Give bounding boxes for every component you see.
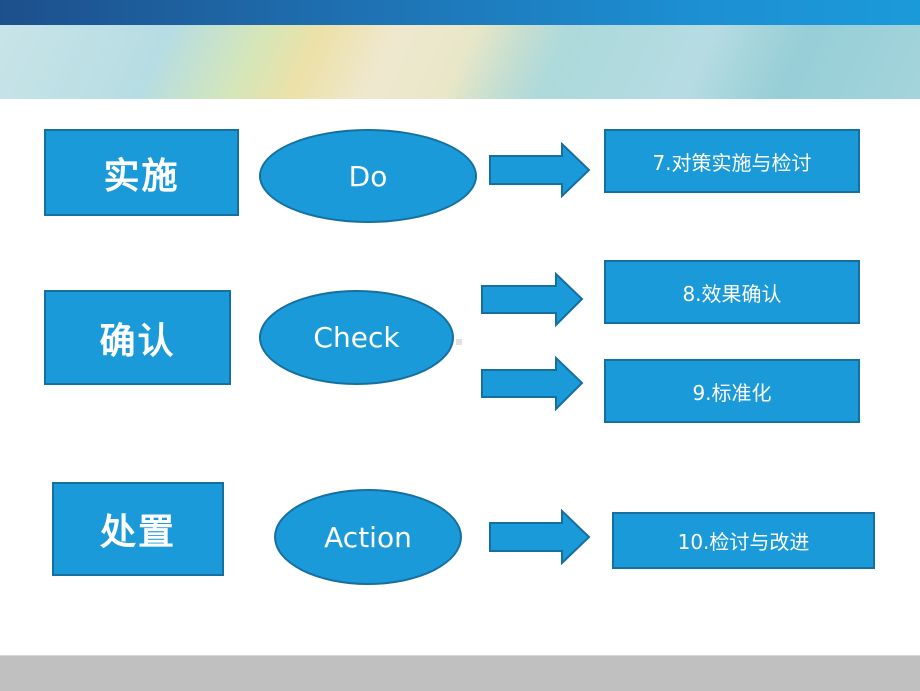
phase-label-en: Action bbox=[324, 520, 412, 554]
phase-box-check: 确认 bbox=[44, 290, 231, 385]
phase-box-do: 实施 bbox=[44, 129, 239, 216]
phase-label-en: Check bbox=[313, 321, 400, 354]
top-title-bar bbox=[0, 0, 920, 25]
right-arrow-icon bbox=[481, 356, 584, 412]
phase-label-cn: 处置 bbox=[99, 512, 176, 553]
step-label: 8.效果确认 bbox=[682, 281, 782, 306]
step-box: 10.检讨与改进 bbox=[612, 512, 875, 569]
header-banner bbox=[0, 25, 920, 99]
step-label: 7.对策实施与检讨 bbox=[652, 150, 812, 175]
step-box: 9.标准化 bbox=[604, 359, 860, 423]
right-arrow-icon bbox=[481, 272, 584, 328]
right-arrow-icon bbox=[489, 142, 591, 198]
step-box: 8.效果确认 bbox=[604, 260, 860, 324]
footer-bar bbox=[0, 655, 920, 691]
phase-label-cn: 实施 bbox=[103, 155, 180, 197]
step-label: 10.检讨与改进 bbox=[677, 530, 810, 554]
phase-box-action: 处置 bbox=[52, 482, 224, 576]
phase-label-cn: 确认 bbox=[99, 320, 176, 362]
phase-oval-do: Do bbox=[259, 129, 477, 223]
phase-oval-action: Action bbox=[274, 489, 462, 585]
right-arrow-icon bbox=[489, 509, 591, 565]
phase-label-en: Do bbox=[348, 159, 388, 193]
step-box: 7.对策实施与检讨 bbox=[604, 129, 860, 193]
step-label: 9.标准化 bbox=[692, 380, 772, 405]
small-marker bbox=[456, 339, 462, 345]
phase-oval-check: Check bbox=[259, 290, 454, 385]
